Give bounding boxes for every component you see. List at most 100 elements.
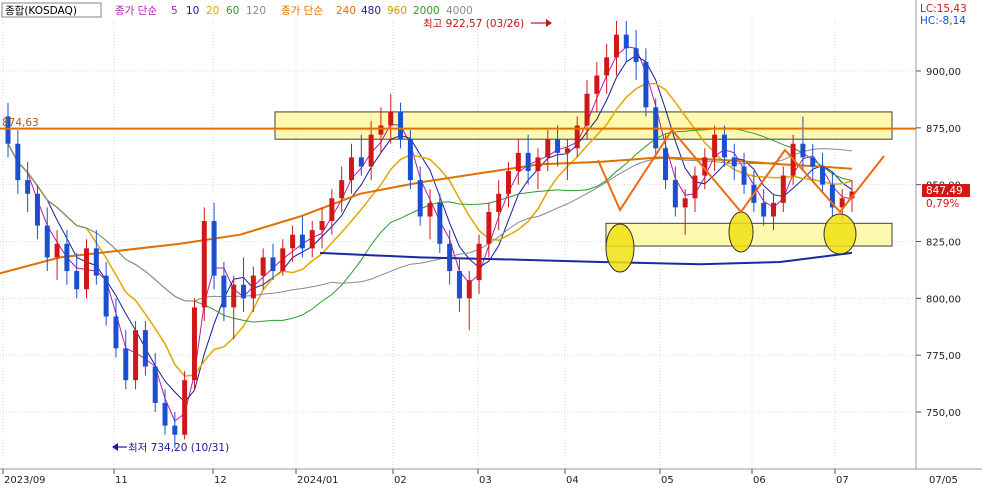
candle-body[interactable]	[260, 257, 266, 276]
hc-readout: HC:-8,14	[920, 15, 966, 27]
price-chart-svg[interactable]: 900,00875,00850,00825,00800,00775,00750,…	[0, 0, 982, 489]
candle-body[interactable]	[417, 180, 423, 217]
candle-body[interactable]	[368, 134, 374, 167]
candle-body[interactable]	[388, 111, 394, 126]
candle-body[interactable]	[496, 193, 502, 212]
candle-body[interactable]	[113, 316, 119, 349]
x-tick-label: 02	[394, 475, 407, 486]
candle-body[interactable]	[712, 134, 718, 158]
candle-body[interactable]	[398, 111, 404, 140]
resistance-zone-box	[274, 111, 893, 140]
candle-body[interactable]	[476, 243, 482, 281]
candle-body[interactable]	[535, 157, 541, 172]
candle-body[interactable]	[25, 180, 31, 194]
candle-body[interactable]	[545, 139, 551, 158]
y-tick-label: 825,00	[926, 238, 961, 249]
candle-body[interactable]	[770, 202, 776, 217]
candle-body[interactable]	[152, 366, 158, 403]
candle-body[interactable]	[486, 211, 492, 244]
candle-body[interactable]	[309, 230, 315, 249]
candle-body[interactable]	[810, 157, 816, 167]
y-tick-label: 900,00	[926, 67, 961, 78]
index-name-label: 종합(KOSDAQ)	[5, 5, 77, 17]
candle-body[interactable]	[270, 257, 276, 272]
candle-body[interactable]	[211, 221, 217, 276]
x-tick-label: 04	[566, 475, 579, 486]
candle-body[interactable]	[172, 425, 178, 435]
ma-period-60: 60	[226, 5, 239, 17]
candle-body[interactable]	[133, 330, 139, 381]
lc-readout: LC:15,43	[920, 3, 967, 15]
candle-body[interactable]	[93, 248, 99, 276]
candle-body[interactable]	[54, 243, 60, 258]
candle-body[interactable]	[672, 180, 678, 208]
ma-group2-label: 종가 단순	[281, 5, 323, 17]
candle-body[interactable]	[613, 34, 619, 58]
candle-body[interactable]	[358, 157, 364, 167]
candle-body[interactable]	[643, 61, 649, 108]
candle-body[interactable]	[623, 34, 629, 49]
candle-body[interactable]	[584, 93, 590, 126]
candle-body[interactable]	[290, 234, 296, 249]
candle-body[interactable]	[447, 243, 453, 272]
y-tick-label: 750,00	[926, 408, 961, 419]
hline-value-label: 874,63	[2, 117, 39, 129]
candle-body[interactable]	[604, 57, 610, 76]
ma-period-4000: 4000	[446, 5, 473, 17]
current-price-value: 847,49	[926, 185, 963, 197]
stock-chart-panel[interactable]: 900,00875,00850,00825,00800,00775,00750,…	[0, 0, 982, 489]
candle-body[interactable]	[820, 166, 826, 185]
candle-body[interactable]	[84, 248, 90, 290]
candle-body[interactable]	[221, 275, 227, 308]
candle-body[interactable]	[555, 139, 561, 153]
candle-body[interactable]	[142, 330, 148, 367]
y-tick-label: 775,00	[926, 351, 961, 362]
candle-body[interactable]	[201, 221, 207, 308]
chart-legend: 종합(KOSDAQ) 종가 단순 5 10 20 60 120 종가 단순 24…	[1, 2, 473, 18]
candle-body[interactable]	[437, 202, 443, 244]
candle-body[interactable]	[15, 143, 21, 181]
candle-body[interactable]	[182, 380, 188, 435]
candle-body[interactable]	[378, 125, 384, 135]
candle-body[interactable]	[191, 307, 197, 381]
candle-body[interactable]	[329, 198, 335, 222]
candle-body[interactable]	[44, 225, 50, 258]
candle-body[interactable]	[525, 152, 531, 172]
candle-body[interactable]	[564, 148, 570, 153]
candle-body[interactable]	[74, 271, 80, 290]
candle-body[interactable]	[34, 193, 40, 226]
candle-body[interactable]	[339, 180, 345, 199]
candle-body[interactable]	[241, 284, 247, 299]
candle-body[interactable]	[64, 243, 70, 272]
candle-body[interactable]	[466, 280, 472, 299]
candle-body[interactable]	[162, 402, 168, 426]
candle-body[interactable]	[780, 175, 786, 203]
candle-body[interactable]	[682, 198, 688, 208]
candle-body[interactable]	[506, 171, 512, 194]
x-tick-label: 06	[753, 475, 766, 486]
high-annotation: 최고 922,57 (03/26)	[423, 18, 524, 30]
candle-body[interactable]	[633, 48, 639, 62]
candle-body[interactable]	[231, 284, 237, 308]
candle-body[interactable]	[348, 157, 354, 181]
candle-body[interactable]	[663, 148, 669, 181]
candle-body[interactable]	[692, 175, 698, 199]
candle-body[interactable]	[427, 202, 433, 217]
candle-body[interactable]	[721, 134, 727, 158]
candle-body[interactable]	[800, 143, 806, 158]
candle-body[interactable]	[299, 234, 305, 249]
candle-body[interactable]	[280, 248, 286, 272]
candle-body[interactable]	[456, 271, 462, 299]
candle-body[interactable]	[407, 139, 413, 181]
candle-body[interactable]	[761, 202, 767, 217]
y-tick-label: 800,00	[926, 294, 961, 305]
candle-body[interactable]	[250, 275, 256, 299]
candle-body[interactable]	[741, 166, 747, 185]
candle-body[interactable]	[319, 221, 325, 231]
x-tick-label: 03	[479, 475, 492, 486]
candle-body[interactable]	[594, 75, 600, 94]
candle-body[interactable]	[103, 275, 109, 317]
candle-body[interactable]	[123, 348, 129, 381]
candle-body[interactable]	[731, 157, 737, 167]
candle-body[interactable]	[515, 152, 521, 172]
